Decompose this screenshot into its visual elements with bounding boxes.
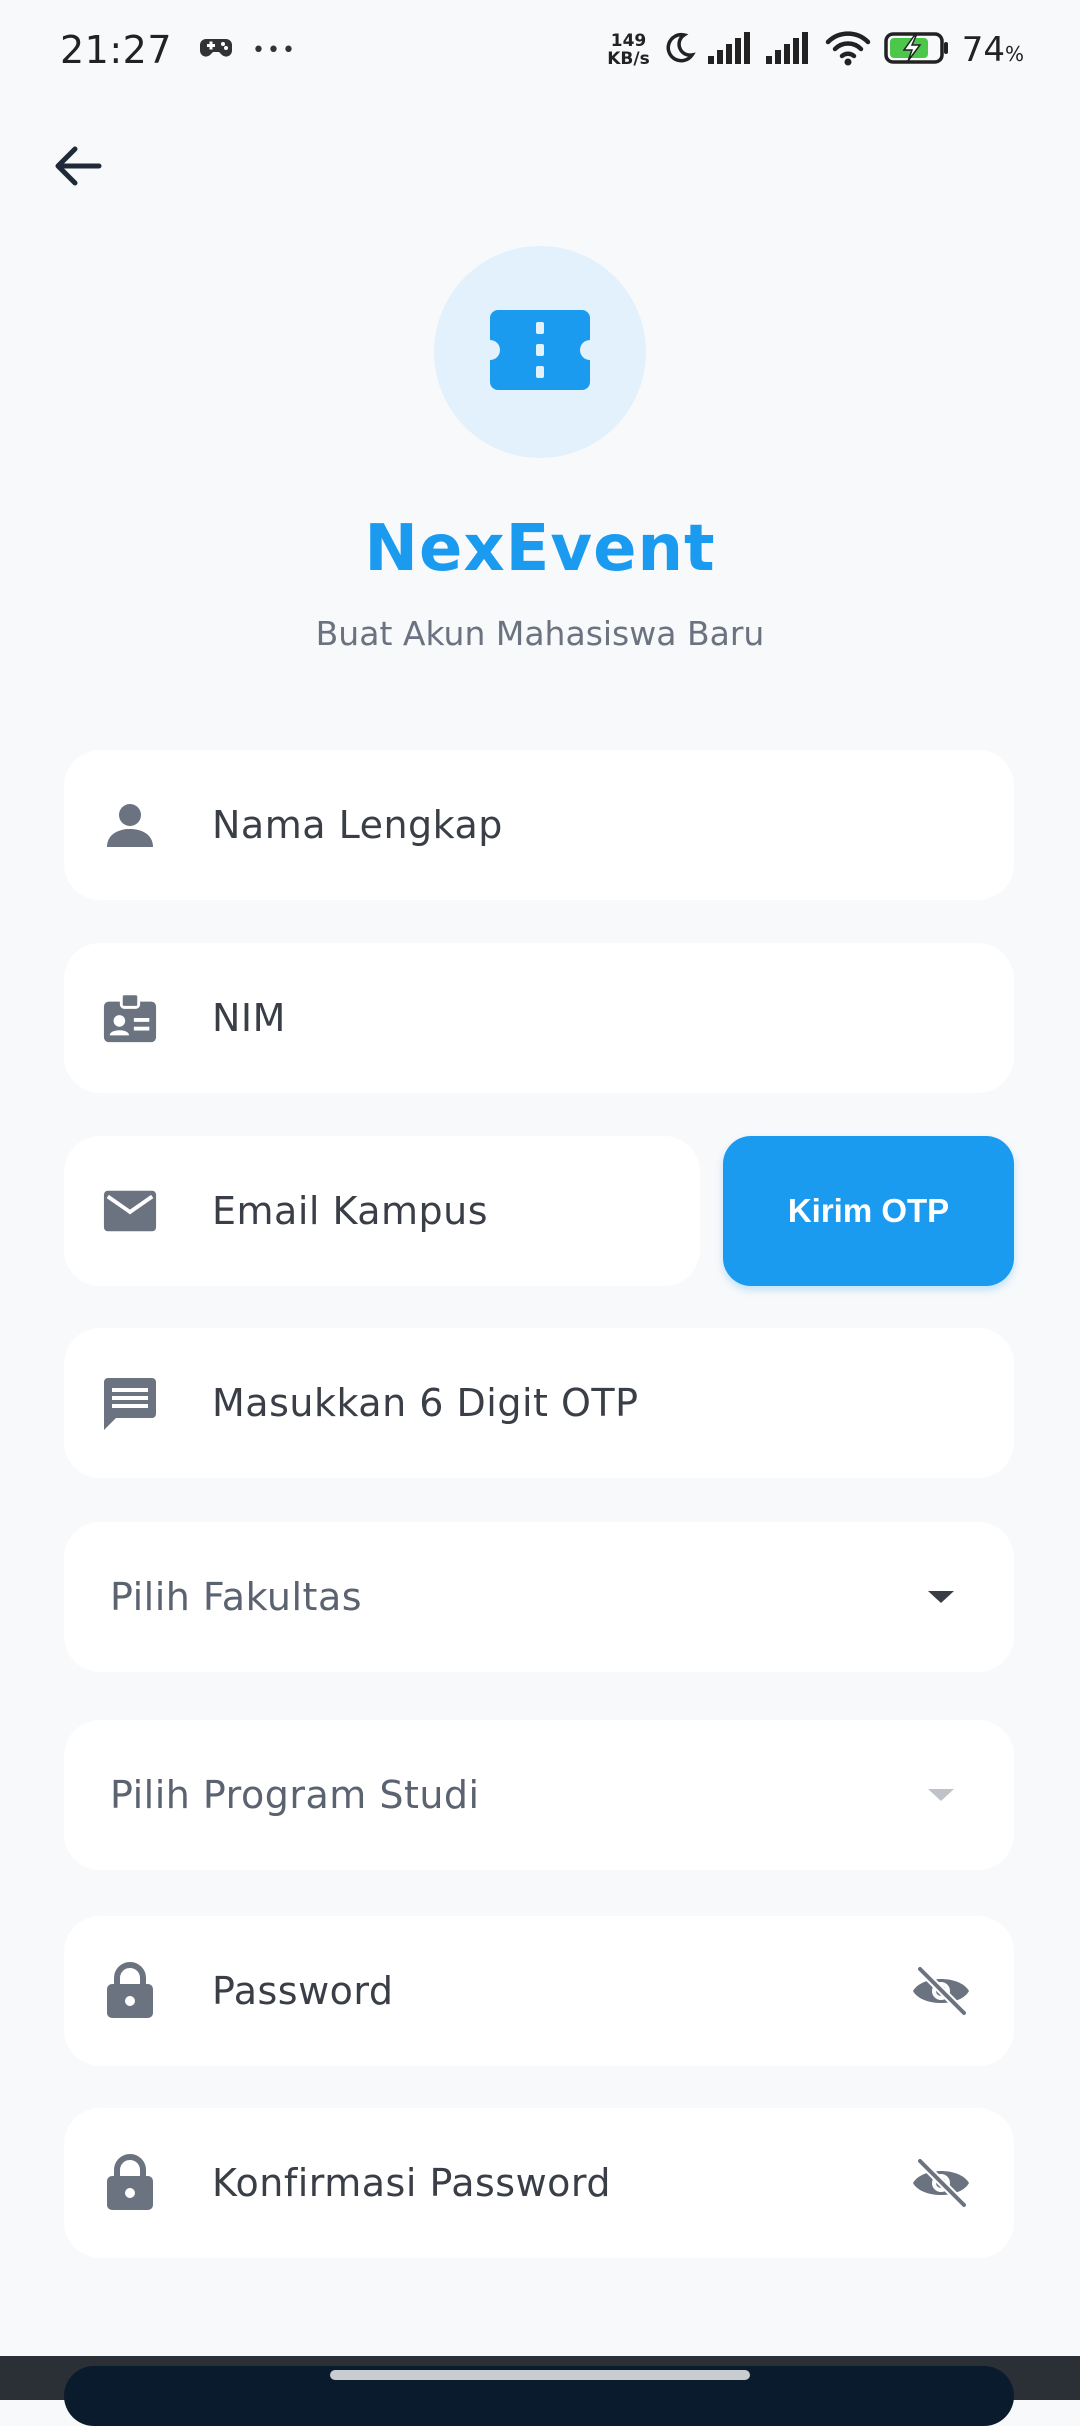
full-name-field[interactable]: Nama Lengkap — [64, 750, 1014, 900]
game-controller-icon — [198, 33, 234, 67]
lock-icon — [102, 2154, 158, 2211]
back-button[interactable] — [40, 130, 116, 206]
status-time: 21:27 — [60, 28, 173, 72]
faculty-dropdown[interactable]: Pilih Fakultas — [64, 1522, 1014, 1672]
moon-icon — [662, 31, 696, 69]
confirm-password-field[interactable]: Konfirmasi Password — [64, 2108, 1014, 2258]
caret-down-icon — [906, 1562, 976, 1632]
lock-icon — [102, 1962, 158, 2019]
person-icon — [102, 797, 158, 853]
otp-label: Masukkan 6 Digit OTP — [212, 1381, 639, 1425]
app-logo — [434, 246, 646, 458]
arrow-left-icon — [53, 144, 103, 192]
wifi-icon — [824, 30, 872, 70]
mail-icon — [102, 1183, 158, 1239]
ticket-icon — [488, 308, 592, 396]
battery-charging-icon — [883, 31, 950, 69]
app-subtitle: Buat Akun Mahasiswa Baru — [315, 614, 765, 653]
send-otp-button[interactable]: Kirim OTP — [723, 1136, 1014, 1286]
caret-down-icon — [906, 1760, 976, 1830]
password-field[interactable]: Password — [64, 1916, 1014, 2066]
signal-icon — [707, 32, 754, 68]
confirm-password-label: Konfirmasi Password — [212, 2161, 611, 2205]
visibility-off-icon[interactable] — [906, 1956, 976, 2026]
full-name-label: Nama Lengkap — [212, 803, 503, 847]
overflow-dots: ••• — [252, 37, 297, 63]
home-indicator[interactable] — [330, 2370, 750, 2380]
signal-icon-2 — [765, 32, 812, 68]
nim-label: NIM — [212, 996, 286, 1040]
program-label: Pilih Program Studi — [110, 1773, 480, 1817]
nim-field[interactable]: NIM — [64, 943, 1014, 1093]
app-title: NexEvent — [364, 512, 716, 586]
status-bar: 21:27 ••• 149 KB/s 74% — [0, 0, 1080, 100]
email-label: Email Kampus — [212, 1189, 489, 1233]
program-dropdown[interactable]: Pilih Program Studi — [64, 1720, 1014, 1870]
password-label: Password — [212, 1969, 394, 2013]
email-field[interactable]: Email Kampus — [64, 1136, 700, 1286]
message-icon — [102, 1375, 158, 1431]
status-right-icons: 149 KB/s 74% — [607, 30, 1024, 70]
otp-field[interactable]: Masukkan 6 Digit OTP — [64, 1328, 1014, 1478]
status-left-icons: ••• — [198, 33, 297, 67]
battery-percentage: 74% — [961, 30, 1024, 70]
badge-icon — [102, 990, 158, 1046]
network-speed: 149 KB/s — [607, 31, 650, 69]
visibility-off-icon[interactable] — [906, 2148, 976, 2218]
faculty-label: Pilih Fakultas — [110, 1575, 363, 1619]
